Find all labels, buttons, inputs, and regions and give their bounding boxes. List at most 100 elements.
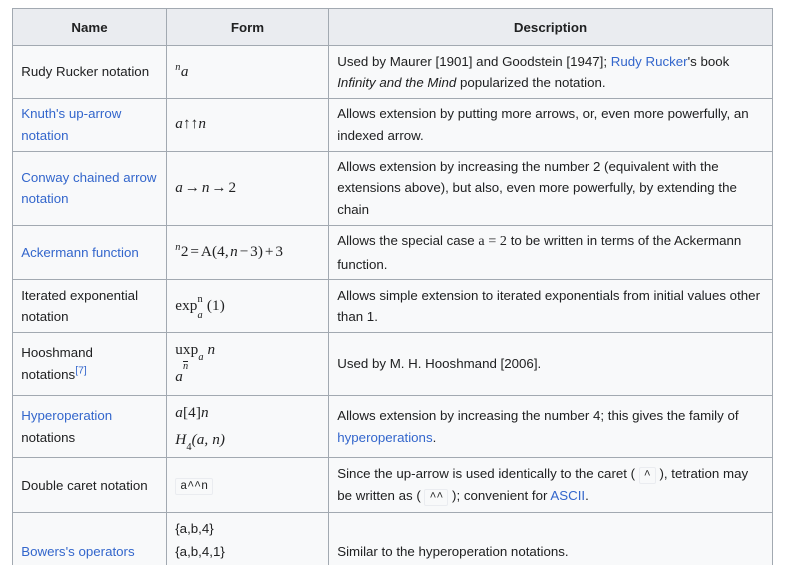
row-form-rudy-rucker: na — [166, 45, 329, 99]
math-equals-operator: = — [190, 243, 200, 261]
math-variable: n — [201, 178, 210, 196]
row-form-conway-chained-arrow: a → n → 2 — [166, 150, 329, 226]
code-caret: ^ — [638, 466, 656, 484]
notation-name-label: Rudy Rucker notation — [21, 64, 150, 80]
math-minus-operator: − — [239, 243, 249, 261]
form-line-2: {a,b,4,1} — [175, 543, 225, 559]
math-presuperscript: n — [175, 61, 181, 73]
math-number: 4 — [188, 403, 196, 421]
form-line-1: {a,b,4} — [175, 520, 214, 536]
row-form-hooshmand: uxpa n an — [166, 331, 329, 396]
code-a-caret-caret-n: a^^n — [175, 478, 214, 496]
math-formula-line-1: a[4]n — [175, 400, 320, 427]
description-text-part: 's book — [687, 53, 730, 69]
math-plus-operator: + — [264, 243, 274, 261]
math-variable: n — [198, 115, 207, 133]
table-row: Iterated exponential notation exp n a (1) A… — [12, 279, 773, 333]
description-text-part: Used by Maurer [1901] and Goodstein [194… — [337, 53, 611, 69]
page-root: Name Form Description Rudy Rucker notati… — [0, 0, 790, 565]
row-form-iterated-exponential: exp n a (1) — [166, 279, 329, 333]
row-name-double-caret: Double caret notation — [12, 457, 167, 514]
notation-name-label: Double caret notation — [21, 477, 148, 493]
description-text-part: Since the up-arrow is used identically t… — [337, 465, 639, 481]
math-function-name: uxp — [175, 341, 199, 359]
description-text: Allows extension by increasing the numbe… — [337, 158, 737, 217]
row-name-hyperoperation: Hyperoperation notations — [12, 394, 167, 459]
table-row: Conway chained arrow notation a → n → 2 Allo… — [12, 150, 773, 226]
description-text-part: ); convenient for — [448, 488, 551, 504]
math-formula: exp n a (1) — [175, 294, 225, 322]
math-presuperscript: n — [175, 242, 181, 254]
math-superscript-overlined: n — [182, 361, 189, 372]
description-text-part: . — [585, 488, 589, 504]
math-function-symbol: H — [175, 430, 187, 448]
row-description-knuth-up-arrow: Allows extension by putting more arrows,… — [328, 98, 773, 152]
table-row: Bowers's operators {a,b,4} {a,b,4,1} a {… — [12, 512, 773, 565]
inline-math-a-equals-2: a = 2 — [478, 233, 508, 249]
row-description-hooshmand: Used by M. H. Hooshmand [2006]. — [328, 331, 773, 396]
math-number: 2 — [180, 243, 189, 261]
citation-link[interactable]: [7] — [75, 365, 87, 376]
table-row: Hooshmand notations[7] uxpa n an Used by… — [12, 331, 773, 396]
row-description-conway-chained-arrow: Allows extension by increasing the numbe… — [328, 150, 773, 226]
math-subscript: a — [198, 352, 204, 364]
link-bowerss-operators[interactable]: Bowers's operators — [21, 544, 134, 559]
row-form-bowers-operators: {a,b,4} {a,b,4,1} a {4} b — [166, 512, 329, 565]
link-knuths-up-arrow-notation[interactable]: Knuth's up-arrow notation — [21, 106, 121, 143]
math-function-name: exp — [175, 296, 198, 314]
table-header-row: Name Form Description — [12, 7, 773, 47]
row-description-iterated-exponential: Allows simple extension to iterated expo… — [328, 279, 773, 333]
row-name-knuth-up-arrow: Knuth's up-arrow notation — [12, 98, 167, 152]
row-description-rudy-rucker: Used by Maurer [1901] and Goodstein [194… — [328, 45, 773, 99]
link-ackermann-function[interactable]: Ackermann function — [21, 245, 139, 260]
row-description-hyperoperation: Allows extension by increasing the numbe… — [328, 394, 773, 459]
row-name-conway-chained-arrow: Conway chained arrow notation — [12, 150, 167, 226]
math-variable: a — [175, 403, 183, 421]
notation-name-label: Iterated exponential notation — [21, 287, 139, 325]
table-header: Name Form Description — [12, 7, 773, 47]
row-name-bowers-operators: Bowers's operators — [12, 512, 167, 565]
math-variable: a — [175, 178, 183, 196]
math-arrow-operator: → — [184, 178, 201, 196]
row-name-iterated-exponential: Iterated exponential notation — [12, 279, 167, 333]
math-argument: (1) — [206, 296, 225, 314]
citation-reference-7[interactable]: [7] — [75, 365, 87, 376]
math-formula: a → n → 2 — [175, 179, 236, 196]
link-hyperoperations[interactable]: hyperoperations — [337, 430, 432, 445]
table-body: Rudy Rucker notation na Used by Maurer [… — [12, 45, 773, 565]
math-arrow-operator: → — [211, 178, 227, 196]
link-conway-chained-arrow-notation[interactable]: Conway chained arrow notation — [21, 170, 156, 207]
book-title-infinity-and-the-mind: Infinity and the Mind — [337, 75, 457, 91]
table-row: Rudy Rucker notation na Used by Maurer [… — [12, 45, 773, 99]
math-number: 3 — [275, 243, 284, 261]
math-comma: , — [224, 243, 229, 261]
row-name-rudy-rucker: Rudy Rucker notation — [12, 45, 167, 99]
table-row: Ackermann function n2 = A(4, n −3) +3 Allows… — [12, 224, 773, 281]
table-row: Double caret notation a^^n Since the up-… — [12, 457, 773, 514]
link-ascii[interactable]: ASCII — [550, 488, 585, 503]
math-subscript: 4 — [186, 441, 192, 453]
description-text-part: Allows extension by increasing the numbe… — [337, 408, 739, 424]
link-hyperoperation[interactable]: Hyperoperation — [21, 408, 112, 423]
table-row: Knuth's up-arrow notation a↑↑n Allows ex… — [12, 98, 773, 152]
link-rudy-rucker[interactable]: Rudy Rucker — [611, 54, 688, 69]
math-up-arrow-operator: ↑↑ — [182, 115, 199, 133]
row-description-bowers-operators: Similar to the hyperoperation notations. — [328, 512, 773, 565]
math-number: 3 — [250, 243, 258, 261]
math-formula: a↑↑n — [175, 115, 206, 132]
math-number: 4 — [217, 243, 225, 261]
column-header-name: Name — [12, 7, 167, 47]
math-variable: n — [230, 243, 238, 261]
description-text: Used by M. H. Hooshmand [2006]. — [337, 356, 542, 372]
math-formula: na — [175, 61, 188, 80]
notation-name-label: notations — [21, 429, 76, 445]
row-form-double-caret: a^^n — [166, 457, 329, 514]
row-form-knuth-up-arrow: a↑↑n — [166, 98, 329, 152]
row-form-ackermann-function: n2 = A(4, n −3) +3 — [166, 224, 329, 281]
math-formula-line-1: uxpa n — [175, 337, 320, 364]
math-variable: a — [175, 367, 183, 385]
table-row: Hyperoperation notations a[4]n H4(a, n) A… — [12, 394, 773, 459]
description-text-part: . — [432, 429, 437, 445]
notation-comparison-table: Name Form Description Rudy Rucker notati… — [12, 7, 773, 565]
column-header-description: Description — [328, 7, 773, 47]
